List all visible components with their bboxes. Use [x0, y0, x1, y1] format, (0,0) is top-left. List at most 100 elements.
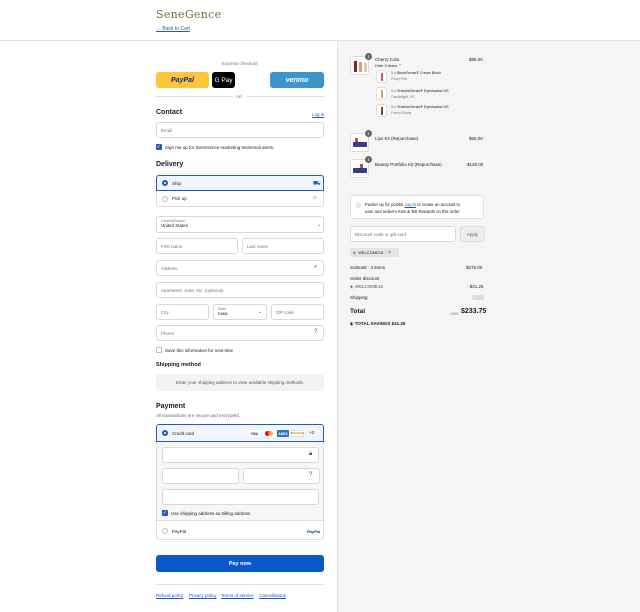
first-name-field[interactable]: First name [156, 238, 238, 254]
shipping-label: Shipping [350, 295, 368, 300]
email-field[interactable]: Email [156, 122, 324, 138]
tag-icon: ⬖ [353, 250, 357, 255]
visa-icon: VISA [249, 430, 260, 437]
header: SeneGence ← Back to Cart [0, 0, 640, 41]
pickup-label: Pick up [172, 196, 187, 201]
or-divider-text: OR [236, 94, 242, 99]
store-icon: ⌂ [313, 195, 317, 201]
payment-title: Payment [156, 403, 186, 410]
footer-divider [156, 584, 324, 585]
sub-item-variant: Candlelight, US [391, 95, 415, 99]
help-icon[interactable]: ? [314, 329, 317, 335]
sub-item-name: 1 × BlushSense® Cream Blush [391, 71, 441, 75]
billing-same-label: Use shipping address as billing address [171, 511, 251, 516]
apply-label: Apply [466, 231, 479, 237]
refund-policy-link[interactable]: Refund policy [156, 593, 183, 598]
card-number-field[interactable]: 🔒︎ [162, 447, 319, 463]
item-name: Lips Kit (Repurchase) [375, 136, 419, 141]
privacy-policy-link[interactable]: Privacy policy [189, 593, 217, 598]
cancellations-link[interactable]: Cancellations [259, 593, 286, 598]
total-savings: ⬖ TOTAL SAVINGS $41.25 [350, 321, 406, 326]
paypal-express-button[interactable]: PayPal [156, 72, 209, 88]
discount-code-field[interactable]: Discount code or gift card [350, 226, 456, 242]
discount-value: - $41.25 [467, 284, 484, 289]
credit-card-radio[interactable] [162, 430, 168, 436]
gpay-button[interactable]: G Pay [212, 72, 235, 88]
total-value: $233.75 [461, 308, 487, 315]
sub-item-variant: French Roast [391, 111, 412, 115]
discount-tag: ⬖ WELCOME15 × [350, 248, 399, 257]
card-form: 🔒︎ ? ✓ [156, 442, 324, 520]
sub-item-variant: Pouty Pink [391, 77, 408, 81]
gpay-logo-text: G Pay [214, 76, 233, 84]
country-select[interactable]: Country/Region United States ⌄ [156, 216, 324, 233]
paypal-radio[interactable] [162, 528, 168, 534]
subtotal-label: Subtotal · 3 items [350, 265, 386, 270]
express-checkout-label: Express checkout [222, 61, 258, 66]
sub-item-thumbnail [376, 104, 387, 117]
discount-placeholder: Discount code or gift card [355, 231, 407, 237]
city-field[interactable]: City [156, 304, 209, 320]
billing-same-checkbox[interactable]: ✓ [162, 510, 168, 516]
state-select[interactable]: State Iowa ⌄ [213, 304, 267, 320]
quantity-badge: 1 [365, 156, 372, 163]
brand-logo[interactable]: SeneGence [156, 8, 221, 21]
delivery-title: Delivery [156, 161, 184, 168]
phone-placeholder: Phone [161, 330, 175, 336]
expiration-field[interactable] [162, 468, 239, 484]
sub-item-thumbnail [376, 87, 387, 100]
paypal-option[interactable]: PayPal PayPal [156, 520, 324, 540]
chevron-up-icon: ⌃ [398, 63, 402, 68]
venmo-button[interactable]: venmo [270, 72, 324, 88]
security-code-field[interactable]: ? [243, 468, 320, 484]
phone-field[interactable]: Phone ? [156, 325, 324, 341]
contact-title: Contact [156, 109, 183, 116]
credit-card-label: Credit card [172, 431, 195, 436]
discover-icon: DISCOVER [290, 430, 305, 437]
email-placeholder: Email [161, 127, 173, 133]
pickup-option[interactable]: Pick up ⌂ [156, 191, 324, 207]
apartment-field[interactable]: Apartment, suite, etc. (optional) [156, 282, 324, 298]
save-info-checkbox[interactable] [156, 347, 162, 353]
help-icon[interactable]: ? [309, 472, 312, 478]
item-price: $85.00 [469, 57, 483, 62]
hide-items-toggle[interactable]: Hide 3 items ⌃ [375, 63, 402, 68]
terms-link[interactable]: Terms of service [221, 593, 254, 598]
shipping-method-message: Enter your shipping address to view avai… [175, 380, 305, 385]
item-price: $125.00 [467, 162, 484, 167]
currency-label: USD [450, 311, 459, 316]
venmo-logo-text: venmo [285, 76, 309, 84]
tag-icon: ⬖ [350, 321, 354, 326]
city-placeholder: City [161, 309, 169, 315]
ship-option[interactable]: Ship ⛟ [156, 175, 324, 191]
more-cards-text: +3 [309, 430, 315, 435]
mastercard-icon [263, 430, 274, 437]
quantity-badge: 1 [365, 53, 372, 60]
ship-radio[interactable] [162, 180, 168, 186]
name-on-card-field[interactable] [162, 489, 319, 505]
apply-button[interactable]: Apply [460, 226, 485, 242]
login-link[interactable]: Log in [312, 112, 324, 117]
marketing-label: Sign me up for SeneGence marketing text/… [165, 145, 275, 150]
truck-icon: ⛟ [313, 181, 321, 187]
item-name: Beauty Portfolio Kit (Repurchase) [375, 162, 442, 167]
total-label: Total [350, 308, 366, 315]
address-field[interactable]: Address ⌕ [156, 260, 324, 276]
last-name-field[interactable]: Last name [242, 238, 324, 254]
zip-field[interactable]: ZIP code [271, 304, 324, 320]
pickup-radio[interactable] [162, 196, 168, 202]
tag-icon: ⬖ [350, 284, 354, 289]
pay-now-button[interactable]: Pay now [156, 555, 324, 572]
chevron-down-icon: ⌄ [258, 309, 263, 315]
address-placeholder: Address [161, 265, 178, 271]
close-icon[interactable]: × [388, 250, 391, 256]
shipping-method-box: Enter your shipping address to view avai… [156, 374, 324, 391]
rewards-banner: ⓘ Pucker up for points! Log in or create… [350, 195, 484, 219]
rewards-line-1: Pucker up for points! Log in or create a… [365, 202, 461, 207]
back-to-cart-link[interactable]: ← Back to Cart [156, 26, 190, 32]
marketing-checkbox[interactable]: ✓ [156, 144, 162, 150]
rewards-login-link[interactable]: Log in [405, 202, 416, 207]
divider-left [156, 96, 233, 97]
save-info-label: Save this information for next time [165, 348, 234, 353]
pay-now-label: Pay now [228, 560, 252, 567]
